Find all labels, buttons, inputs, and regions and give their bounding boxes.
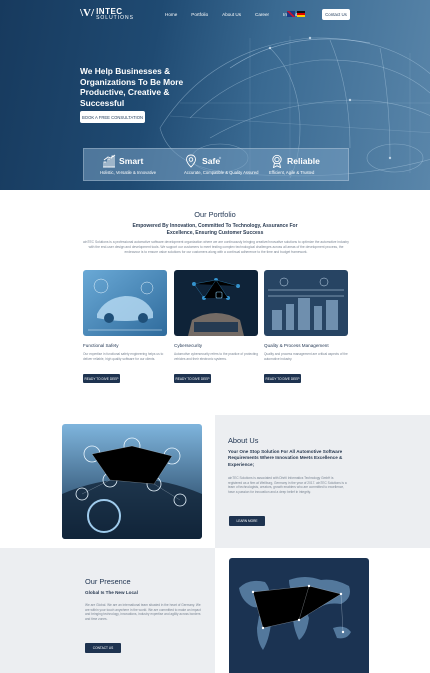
about-description: ainTEC Solutions is associated with Dhri…	[228, 476, 347, 494]
nav-home[interactable]: Home	[165, 12, 177, 17]
nav-about-us[interactable]: About Us	[222, 12, 241, 17]
book-consultation-button[interactable]: BOOK A FREE CONSULTATION	[80, 111, 145, 123]
feature-subtitle: Accurate, Compatible & Quality Assured	[184, 170, 259, 175]
nav-career[interactable]: Career	[255, 12, 269, 17]
card-quality-process: Quality & Process Management Quality and…	[264, 270, 348, 383]
features-bar: Smart Holistic, Versatile & Innovative S…	[83, 148, 349, 181]
about-subtitle: Your One Stop Solution For All Automotiv…	[228, 449, 343, 467]
quality-process-image	[264, 270, 348, 336]
page: \V/ INTEC SOLUTIONS Home Portfolio About…	[0, 0, 430, 673]
contact-us-button[interactable]: Contact Us	[322, 9, 350, 20]
logo-tagline: SOLUTIONS	[96, 15, 134, 21]
card-title: Functional Safety	[83, 343, 119, 348]
main-nav: Home Portfolio About Us Career Imprint	[165, 12, 297, 17]
portfolio-subtitle: Empowered By Innovation, Committed To Te…	[132, 223, 298, 236]
feature-reliable: Reliable Efficient, Agile & Trusted	[260, 149, 348, 180]
about-section: About Us Your One Stop Solution For All …	[0, 415, 430, 548]
card-functional-safety: Functional Safety Our expertise in funct…	[83, 270, 167, 383]
award-icon	[272, 154, 282, 168]
card-title: Quality & Process Management	[264, 343, 329, 348]
presence-description: We are Global. We are an international t…	[85, 603, 201, 621]
portfolio-section: Our Portfolio Empowered By Innovation, C…	[0, 190, 430, 415]
logo-name: INTEC SOLUTIONS	[96, 8, 134, 22]
portfolio-title: Our Portfolio	[194, 210, 236, 219]
contact-us-section-button[interactable]: CONTACT US	[85, 643, 121, 653]
uk-flag-icon[interactable]	[287, 11, 295, 17]
feature-title: Reliable	[287, 156, 320, 166]
card-description: Quality and process management are criti…	[264, 352, 348, 361]
feature-safe: Safe Accurate, Compatible & Quality Assu…	[172, 149, 260, 180]
chart-icon	[103, 154, 116, 168]
about-title: About Us	[228, 436, 259, 445]
portfolio-description: ainTEC Solutions is a professional autom…	[83, 240, 349, 254]
location-shield-icon	[186, 154, 196, 168]
cybersecurity-image	[174, 270, 258, 336]
card-cybersecurity: Cybersecurity Automotive cybersecurity r…	[174, 270, 258, 383]
feature-title: Safe	[202, 156, 221, 166]
connected-car-dashboard-image	[62, 424, 202, 539]
presence-subtitle: Global Is The New Local	[85, 590, 138, 595]
brand-logo[interactable]: \V/ INTEC SOLUTIONS	[80, 8, 134, 22]
dive-deep-button[interactable]: READY TO DIVE DEEP	[174, 374, 211, 383]
card-description: Our expertise in functional safety engin…	[83, 352, 164, 361]
learn-more-button[interactable]: LEARN MORE	[229, 516, 265, 526]
world-map-image	[229, 558, 369, 673]
feature-smart: Smart Holistic, Versatile & Innovative	[84, 149, 172, 180]
card-title: Cybersecurity	[174, 343, 203, 348]
german-flag-icon[interactable]	[297, 11, 305, 17]
presence-section: Our Presence Global Is The New Local We …	[0, 548, 430, 673]
dive-deep-button[interactable]: READY TO DIVE DEEP	[83, 374, 120, 383]
feature-subtitle: Holistic, Versatile & Innovative	[100, 170, 157, 175]
card-description: Automotive cybersecurity refers to the p…	[174, 352, 258, 361]
functional-safety-image	[83, 270, 167, 336]
nav-portfolio[interactable]: Portfolio	[191, 12, 208, 17]
presence-title: Our Presence	[85, 577, 131, 586]
feature-title: Smart	[119, 156, 144, 166]
logo-name-text: INTEC	[96, 7, 123, 16]
hero-headline: We Help Businesses & Organizations To Be…	[80, 66, 184, 108]
logo-mark: \V/	[80, 7, 95, 19]
feature-subtitle: Efficient, Agile & Trusted	[269, 170, 315, 175]
language-switcher	[287, 11, 305, 17]
hero-section: \V/ INTEC SOLUTIONS Home Portfolio About…	[0, 0, 430, 190]
dive-deep-button[interactable]: READY TO DIVE DEEP	[264, 374, 301, 383]
